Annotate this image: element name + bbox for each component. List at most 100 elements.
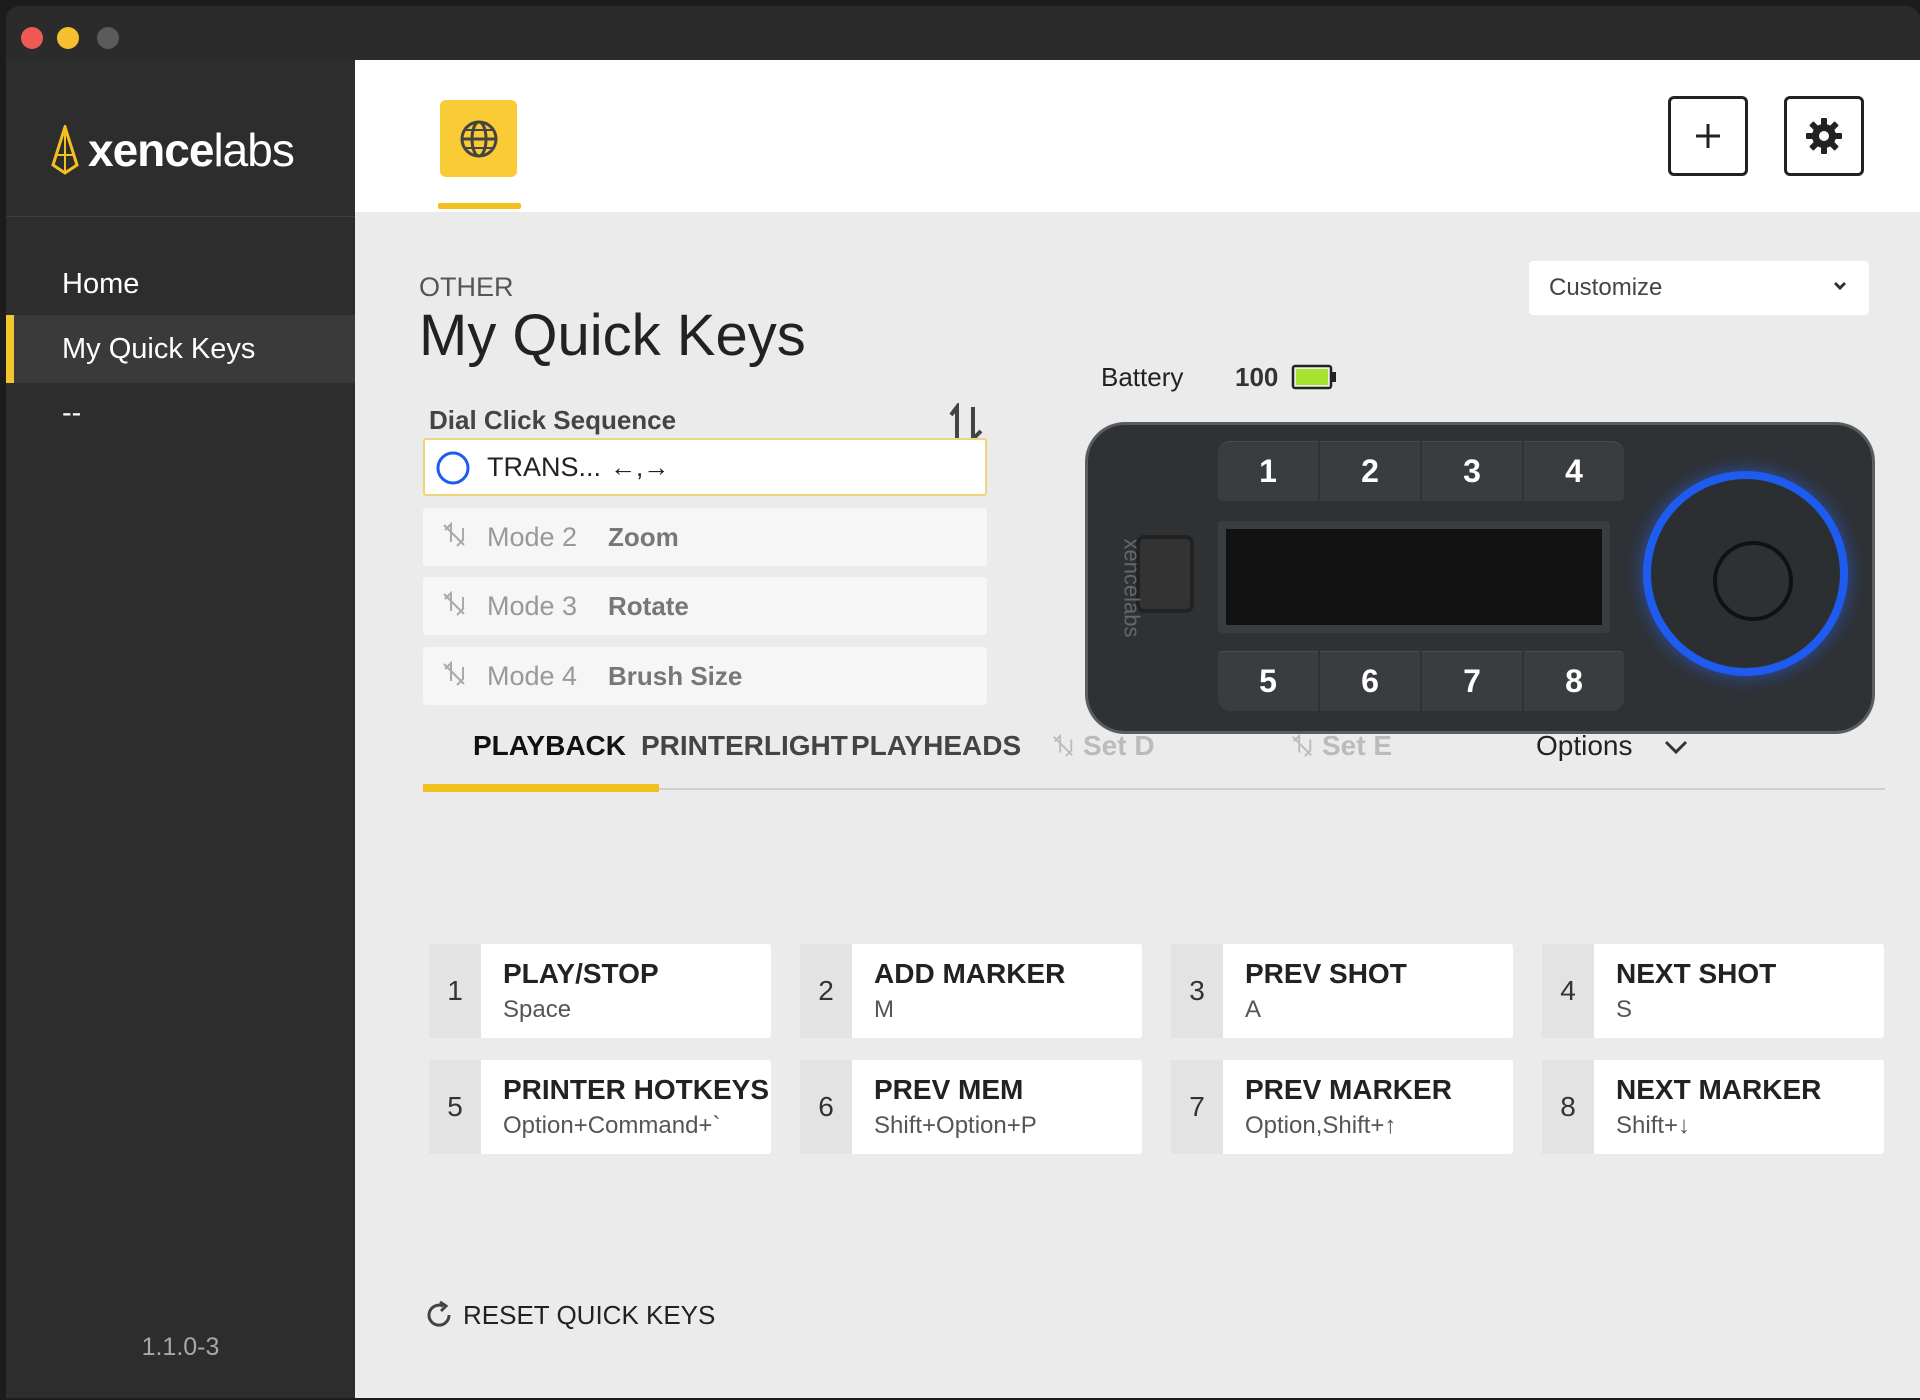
device-brand-label: xencelabs	[1119, 538, 1145, 638]
minimize-window-button[interactable]	[57, 27, 79, 49]
device-dial-ring[interactable]	[1643, 471, 1848, 676]
plus-icon	[1696, 124, 1720, 148]
profile-tab-global[interactable]	[440, 100, 517, 177]
dial-mode-row[interactable]: Mode 2 Zoom	[423, 508, 987, 566]
brand-name: xencelabs	[88, 123, 295, 177]
customize-select[interactable]: Customize	[1529, 261, 1869, 315]
active-mode-circle-icon	[436, 451, 470, 485]
quick-key-shortcut: Option,Shift+↑	[1245, 1112, 1397, 1139]
brand-logo: xencelabs	[50, 120, 295, 180]
quick-key-shortcut: Space	[503, 996, 572, 1023]
quick-keys-device: xencelabs 1 2 3 4 5 6 7 8	[1085, 422, 1875, 734]
quick-key-card[interactable]: 4 NEXT SHOT S	[1542, 944, 1884, 1038]
dial-mode-value: Brush Size	[608, 660, 743, 691]
chevron-down-icon[interactable]	[1663, 736, 1689, 758]
disabled-set-icon	[1292, 734, 1312, 757]
quick-key-number: 1	[429, 944, 481, 1038]
quick-key-shortcut: Shift+↓	[1616, 1112, 1691, 1139]
quick-key-number: 5	[429, 1060, 481, 1154]
quick-key-shortcut: Shift+Option+P	[874, 1112, 1037, 1139]
swap-order-icon[interactable]	[947, 403, 991, 443]
quick-key-title: PREV MEM	[874, 1074, 1024, 1105]
key-set-tabs: PLAYBACK PRINTERLIGHT PLAYHEADS Set D Se…	[423, 700, 1885, 792]
disabled-mode-icon	[443, 522, 465, 547]
title-bar	[6, 6, 1920, 60]
quick-key-shortcut: S	[1616, 996, 1633, 1023]
quick-key-number: 7	[1171, 1060, 1223, 1154]
quick-key-title: ADD MARKER	[874, 958, 1066, 989]
quick-key-card[interactable]: 1 PLAY/STOP Space	[429, 944, 771, 1038]
profile-bar	[355, 60, 1920, 212]
xencelabs-logo-icon	[51, 125, 79, 175]
tab-set-e[interactable]: Set E	[1290, 730, 1392, 762]
disabled-mode-icon	[443, 661, 465, 686]
quick-key-title: PREV MARKER	[1245, 1074, 1452, 1105]
quick-key-shortcut: A	[1245, 996, 1262, 1023]
tab-set-d-label: Set D	[1083, 730, 1155, 761]
reset-quick-keys-label: RESET QUICK KEYS	[463, 1299, 716, 1330]
quick-key-title: NEXT SHOT	[1616, 958, 1777, 989]
tab-playheads[interactable]: PLAYHEADS	[851, 730, 1021, 762]
brand-name-light: labs	[213, 124, 294, 176]
sidebar-item-placeholder[interactable]: --	[6, 379, 355, 447]
zoom-window-button[interactable]	[97, 27, 119, 49]
quick-key-number: 6	[800, 1060, 852, 1154]
active-tab-indicator	[423, 784, 659, 792]
dial-mode-name: Mode 4	[487, 660, 578, 691]
customize-select-value: Customize	[1549, 274, 1663, 301]
quick-key-number: 8	[1542, 1060, 1594, 1154]
app-window: xencelabs Home My Quick Keys -- 1.1.0-3	[6, 6, 1920, 1398]
globe-icon	[460, 120, 497, 157]
dial-mode-row[interactable]: TRANS... ←,→	[423, 438, 987, 496]
tab-set-e-label: Set E	[1322, 730, 1393, 761]
quick-key-card[interactable]: 5 PRINTER HOTKEYS Option+Command+`	[429, 1060, 771, 1154]
sidebar: xencelabs Home My Quick Keys -- 1.1.0-3	[6, 60, 355, 1398]
tab-playback[interactable]: PLAYBACK	[473, 730, 626, 762]
quick-key-card[interactable]: 8 NEXT MARKER Shift+↓	[1542, 1060, 1884, 1154]
brand-name-bold: xence	[88, 124, 214, 176]
device-key-4[interactable]: 4	[1524, 441, 1624, 501]
quick-key-number: 4	[1542, 944, 1594, 1038]
quick-key-number: 2	[800, 944, 852, 1038]
device-key-2[interactable]: 2	[1320, 441, 1420, 501]
device-side-button[interactable]	[1136, 535, 1194, 613]
add-profile-button[interactable]	[1668, 96, 1748, 176]
quick-key-shortcut: Option+Command+`	[503, 1112, 721, 1139]
main-content: OTHER My Quick Keys Customize Dial Click…	[355, 60, 1920, 1398]
sidebar-item-my-quick-keys[interactable]: My Quick Keys	[6, 315, 355, 383]
sidebar-divider	[6, 216, 355, 217]
quick-key-card[interactable]: 7 PREV MARKER Option,Shift+↑	[1171, 1060, 1513, 1154]
close-window-button[interactable]	[21, 27, 43, 49]
options-menu[interactable]: Options	[1536, 730, 1633, 762]
battery-label: Battery	[1101, 362, 1184, 392]
device-key-3[interactable]: 3	[1422, 441, 1522, 501]
dial-mode-value: Rotate	[608, 590, 689, 621]
device-key-1[interactable]: 1	[1218, 441, 1318, 501]
chevron-down-icon	[1833, 281, 1847, 291]
profile-tab-indicator	[438, 203, 521, 209]
version-label: 1.1.0-3	[141, 1333, 220, 1361]
disabled-set-icon	[1053, 734, 1073, 757]
device-dial-knob[interactable]	[1713, 541, 1793, 621]
dial-mode-row[interactable]: Mode 3 Rotate	[423, 577, 987, 635]
quick-key-card[interactable]: 2 ADD MARKER M	[800, 944, 1142, 1038]
dial-mode-value: Zoom	[608, 521, 679, 552]
dial-mode-value: ←,→	[610, 451, 670, 482]
tab-printerlight[interactable]: PRINTERLIGHT	[641, 730, 848, 762]
page-title: My Quick Keys	[419, 303, 806, 368]
dial-mode-row[interactable]: Mode 4 Brush Size	[423, 647, 987, 705]
device-display	[1218, 521, 1610, 633]
sidebar-item-home[interactable]: Home	[6, 250, 355, 318]
refresh-icon	[427, 1300, 451, 1327]
quick-key-title: NEXT MARKER	[1616, 1074, 1822, 1105]
battery-value: 100	[1235, 362, 1279, 392]
tab-set-d[interactable]: Set D	[1051, 730, 1155, 762]
settings-button[interactable]	[1784, 96, 1864, 176]
quick-key-title: PREV SHOT	[1245, 958, 1407, 989]
quick-key-card[interactable]: 3 PREV SHOT A	[1171, 944, 1513, 1038]
quick-key-card[interactable]: 6 PREV MEM Shift+Option+P	[800, 1060, 1142, 1154]
disabled-mode-icon	[443, 591, 465, 616]
battery-icon	[1291, 364, 1336, 390]
dial-mode-name: Mode 3	[487, 590, 578, 621]
reset-quick-keys-button[interactable]: RESET QUICK KEYS	[423, 1299, 715, 1331]
